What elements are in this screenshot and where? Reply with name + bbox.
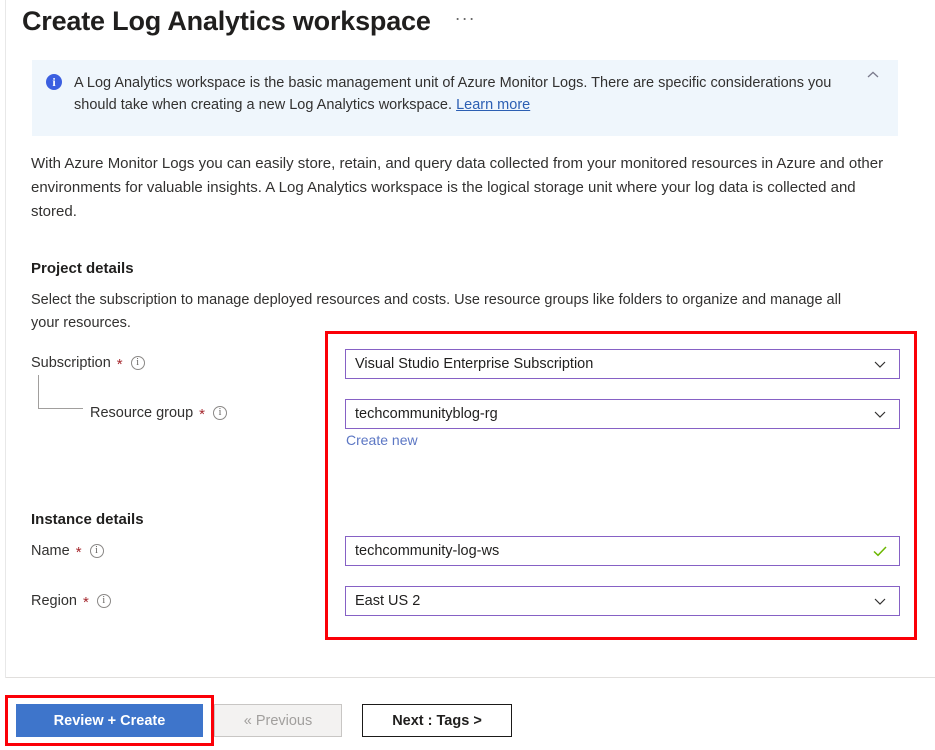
resource-group-label-text: Resource group (90, 405, 194, 421)
subscription-value: Visual Studio Enterprise Subscription (355, 356, 594, 372)
required-asterisk: * (116, 356, 123, 373)
resource-group-label: Resource group * i (90, 405, 228, 423)
project-details-description: Select the subscription to manage deploy… (31, 292, 842, 331)
resource-group-value: techcommunityblog-rg (355, 406, 498, 422)
chevron-down-icon (873, 357, 887, 371)
validation-check-icon (872, 544, 888, 558)
info-banner: i A Log Analytics workspace is the basic… (32, 60, 898, 136)
workspace-name-input[interactable]: techcommunity-log-ws (345, 536, 900, 566)
info-banner-text: A Log Analytics workspace is the basic m… (74, 72, 864, 136)
region-value: East US 2 (355, 593, 421, 609)
chevron-up-icon[interactable] (866, 68, 880, 82)
region-dropdown[interactable]: East US 2 (345, 586, 900, 616)
info-tooltip-icon[interactable]: i (89, 544, 104, 558)
subscription-dropdown[interactable]: Visual Studio Enterprise Subscription (345, 349, 900, 379)
name-label-text: Name (31, 543, 70, 559)
resource-group-tree-connector (38, 375, 83, 409)
blade-left-divider (5, 0, 6, 678)
learn-more-link[interactable]: Learn more (456, 97, 530, 113)
page-header: Create Log Analytics workspace ··· (22, 2, 482, 40)
review-create-button[interactable]: Review + Create (16, 704, 203, 737)
required-asterisk: * (75, 544, 82, 561)
project-details-heading: Project details (31, 260, 134, 277)
intro-description: With Azure Monitor Logs you can easily s… (31, 155, 884, 220)
more-options-icon[interactable]: ··· (449, 9, 482, 33)
chevron-down-icon (873, 594, 887, 608)
page-title: Create Log Analytics workspace (22, 6, 431, 36)
info-tooltip-icon[interactable]: i (96, 594, 111, 608)
info-tooltip-icon[interactable]: i (130, 356, 145, 370)
region-label: Region * i (31, 593, 111, 611)
region-label-text: Region (31, 593, 77, 609)
instance-details-heading: Instance details (31, 511, 144, 528)
info-banner-message: A Log Analytics workspace is the basic m… (74, 75, 832, 113)
next-tags-button[interactable]: Next : Tags > (362, 704, 512, 737)
subscription-label: Subscription * i (31, 355, 145, 373)
create-new-resource-group-link[interactable]: Create new (346, 432, 418, 448)
required-asterisk: * (199, 406, 206, 423)
info-tooltip-icon[interactable]: i (213, 406, 228, 420)
info-icon: i (46, 74, 62, 90)
required-asterisk: * (82, 594, 89, 611)
chevron-down-icon (873, 407, 887, 421)
subscription-label-text: Subscription (31, 355, 111, 371)
previous-button: « Previous (214, 704, 342, 737)
workspace-name-value: techcommunity-log-ws (355, 543, 500, 559)
resource-group-dropdown[interactable]: techcommunityblog-rg (345, 399, 900, 429)
name-label: Name * i (31, 543, 104, 561)
create-log-analytics-workspace-blade: Create Log Analytics workspace ··· i A L… (0, 0, 935, 750)
